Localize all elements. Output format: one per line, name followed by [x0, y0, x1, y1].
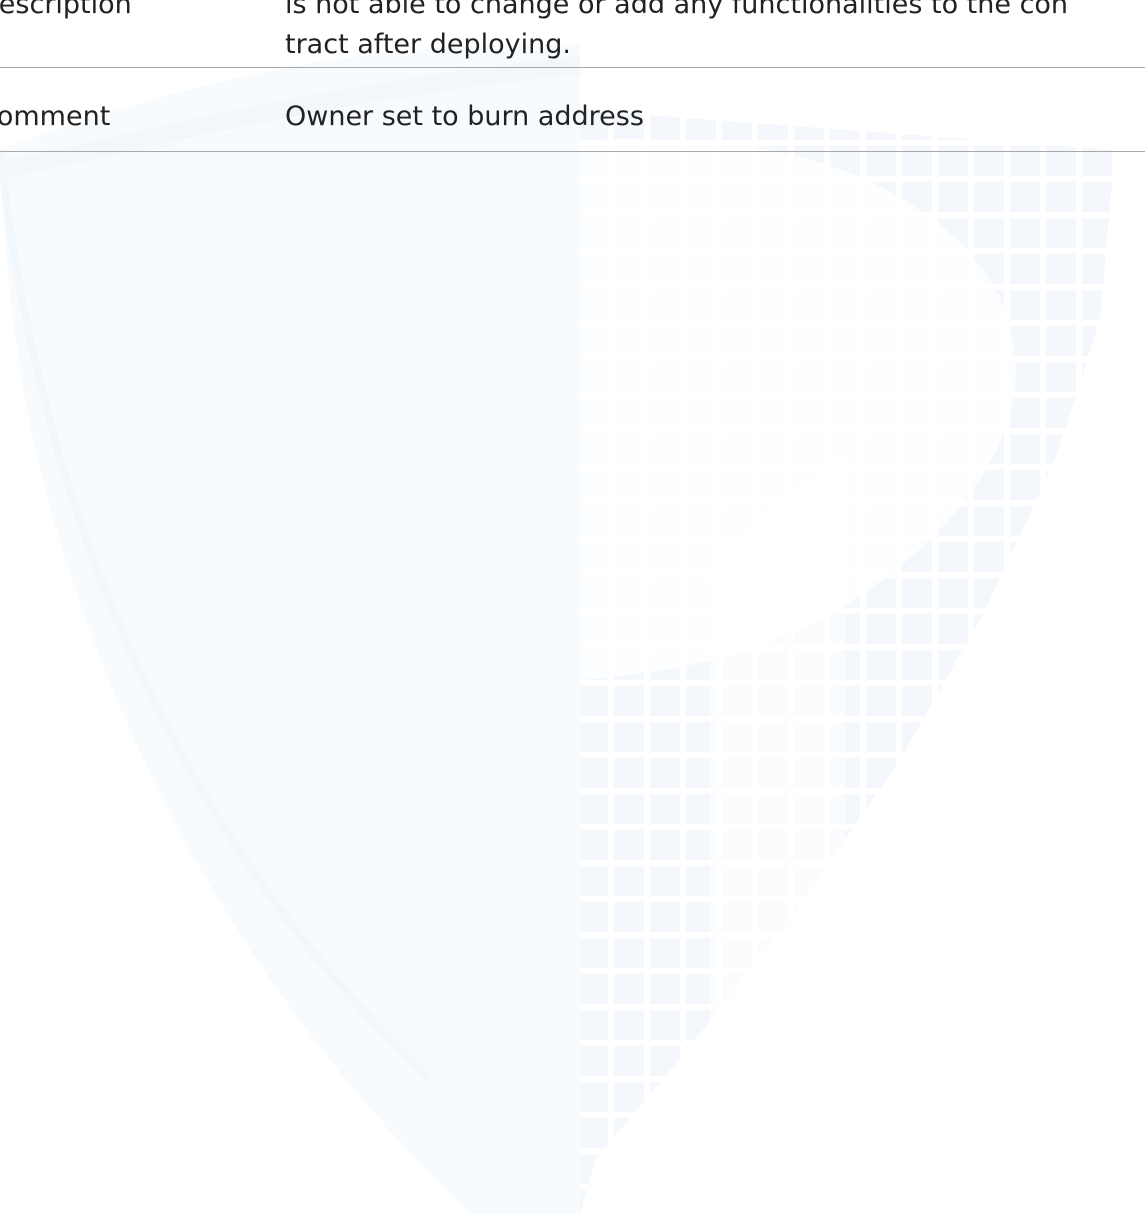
- table-row: Description is not able to change or add…: [0, 0, 1145, 68]
- description-label: Description: [0, 0, 132, 20]
- description-value-line: tract after deploying.: [285, 29, 571, 60]
- comment-label: Comment: [0, 101, 111, 132]
- comment-value: Owner set to burn address: [285, 101, 644, 132]
- description-value-line: is not able to change or add any functio…: [285, 0, 1069, 20]
- document-page: Description is not able to change or add…: [0, 0, 1145, 1214]
- description-value: is not able to change or add any functio…: [285, 0, 1068, 65]
- table-row: Comment Owner set to burn address: [0, 68, 1145, 152]
- shield-logo-watermark-icon: [0, 44, 1115, 1214]
